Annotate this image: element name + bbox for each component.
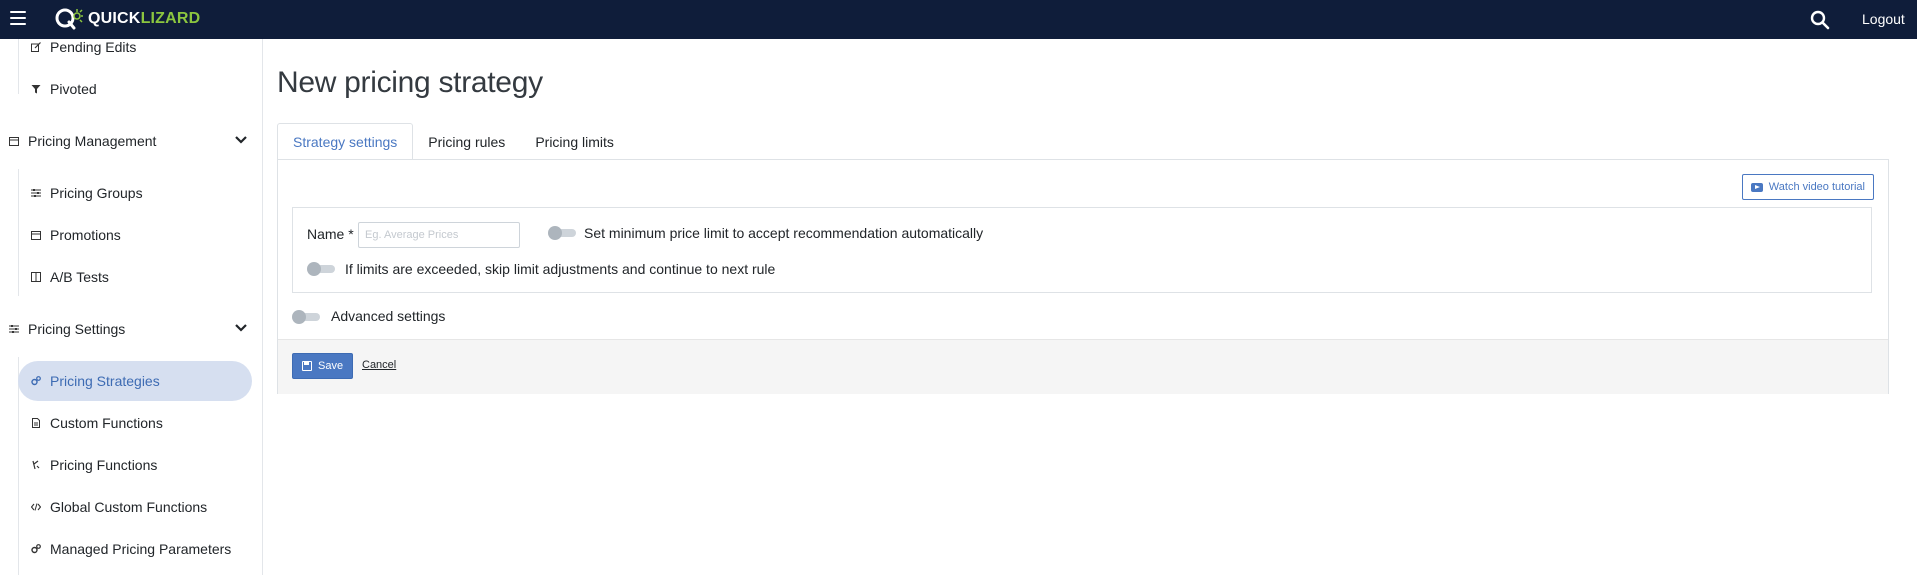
watch-video-tutorial-button[interactable]: Watch video tutorial	[1741, 174, 1874, 200]
name-field-label: Name *	[307, 226, 354, 242]
skip-limits-label: If limits are exceeded, skip limit adjus…	[345, 261, 776, 277]
cogs-icon	[30, 543, 42, 555]
watch-video-tutorial-label: Watch video tutorial	[1768, 181, 1865, 193]
min-price-limit-label: Set minimum price limit to accept recomm…	[584, 225, 984, 241]
sidebar-item-label: Pivoted	[50, 81, 97, 97]
sidebar-item-label: Promotions	[50, 227, 121, 243]
sidebar-item-label: A/B Tests	[50, 269, 109, 285]
file-icon	[30, 417, 42, 429]
sliders-icon	[8, 323, 20, 335]
sidebar-item-promotions[interactable]: Promotions	[18, 215, 252, 255]
logo-text-lizard: LIZARD	[140, 10, 201, 27]
sidebar: Pending Edits Pivoted Pricing Management…	[0, 39, 263, 575]
sidebar-item-pricing-functions[interactable]: Pricing Functions	[18, 445, 252, 485]
form-footer: Save Cancel	[278, 339, 1888, 394]
filter-icon	[30, 83, 42, 95]
name-input[interactable]	[358, 222, 520, 248]
sidebar-group-label: Pricing Settings	[28, 321, 126, 337]
sidebar-group-pricing-management[interactable]: Pricing Management	[8, 126, 254, 156]
sidebar-item-label: Pending Edits	[50, 39, 137, 55]
sidebar-item-label: Pricing Functions	[50, 457, 158, 473]
sidebar-item-pivoted[interactable]: Pivoted	[18, 69, 252, 109]
video-icon	[1750, 182, 1763, 192]
sidebar-item-label: Pricing Groups	[50, 185, 143, 201]
cogs-icon	[30, 375, 42, 387]
sidebar-item-pricing-strategies[interactable]: Pricing Strategies	[18, 361, 252, 401]
save-icon	[302, 361, 312, 371]
cancel-link[interactable]: Cancel	[362, 359, 396, 371]
tab-strategy-settings[interactable]: Strategy settings	[277, 123, 414, 160]
hamburger-menu-icon[interactable]	[10, 11, 26, 25]
sidebar-item-managed-pricing-parameters[interactable]: Managed Pricing Parameters	[18, 529, 252, 569]
sidebar-group-label: Pricing Management	[28, 133, 157, 149]
code-icon	[30, 501, 42, 513]
search-icon[interactable]	[1810, 10, 1830, 30]
sidebar-item-global-custom-functions[interactable]: Global Custom Functions	[18, 487, 252, 527]
function-icon	[30, 459, 42, 471]
save-button-label: Save	[318, 360, 344, 372]
sliders-icon	[30, 187, 42, 199]
sidebar-item-pricing-groups[interactable]: Pricing Groups	[18, 173, 252, 213]
advanced-settings-label: Advanced settings	[331, 308, 446, 324]
sidebar-item-label: Global Custom Functions	[50, 499, 208, 515]
sidebar-group-pricing-settings[interactable]: Pricing Settings	[8, 314, 254, 344]
sidebar-item-pending-edits[interactable]: Pending Edits	[18, 27, 252, 67]
tab-pricing-rules[interactable]: Pricing rules	[413, 123, 520, 160]
save-button[interactable]: Save	[292, 353, 354, 379]
strategy-tabs: Strategy settings Pricing rules Pricing …	[277, 123, 629, 160]
sidebar-item-custom-functions[interactable]: Custom Functions	[18, 403, 252, 443]
min-price-limit-toggle[interactable]	[548, 226, 576, 240]
strategy-form-box: Name * Set minimum price limit to accept…	[292, 207, 1872, 293]
calendar-icon	[30, 229, 42, 241]
sidebar-item-label: Custom Functions	[50, 415, 163, 431]
tab-pricing-limits[interactable]: Pricing limits	[520, 123, 629, 160]
calendar-icon	[8, 135, 20, 147]
sidebar-item-ab-tests[interactable]: A/B Tests	[18, 257, 252, 297]
skip-limits-toggle[interactable]	[307, 262, 335, 276]
chevron-down-icon[interactable]	[234, 133, 248, 147]
columns-icon	[30, 271, 42, 283]
sidebar-item-label: Pricing Strategies	[50, 373, 160, 389]
chevron-down-icon[interactable]	[234, 321, 248, 335]
sidebar-item-label: Managed Pricing Parameters	[50, 541, 232, 557]
page-title: New pricing strategy	[277, 66, 543, 99]
logout-link[interactable]: Logout	[1862, 11, 1905, 27]
logo-text-quick: QUICK	[88, 10, 141, 27]
strategy-settings-panel: Watch video tutorial Name * Set minimum …	[277, 159, 1889, 394]
edit-icon	[30, 41, 42, 53]
top-navbar: QUICKLIZARD Logout	[0, 0, 1917, 39]
advanced-settings-toggle[interactable]	[292, 310, 320, 324]
